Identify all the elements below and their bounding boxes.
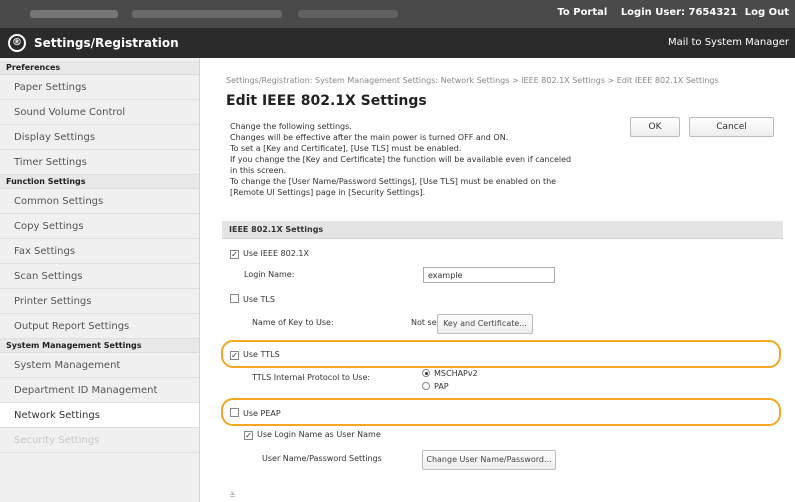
ttls-protocol-label: TTLS Internal Protocol to Use: [252,373,371,382]
use-ieee-label: Use IEEE 802.1X [243,249,309,258]
login-user-label: Login User: 7654321 [620,7,738,18]
top-bar: To Portal Login User: 7654321 Log Out [0,0,795,28]
key-and-certificate-button[interactable]: Key and Certificate... [437,314,533,334]
sidebar-item-common-settings[interactable]: Common Settings [0,189,199,214]
blurred-text [30,10,118,18]
description: Change the following settings. Changes w… [230,121,620,198]
cancel-button[interactable]: Cancel [689,117,774,137]
use-tls-checkbox[interactable] [230,294,239,303]
settings-logo-icon: ® [8,34,26,52]
use-ttls-row: ✓ Use TTLS [230,350,280,360]
description-line: Changes will be effective after the main… [230,133,509,142]
key-name-value: Not set [411,318,440,327]
sidebar-item-printer-settings[interactable]: Printer Settings [0,289,199,314]
sidebar-item-network-settings[interactable]: Network Settings [0,403,199,428]
ok-button[interactable]: OK [630,117,680,137]
sidebar-item-sound-volume[interactable]: Sound Volume Control [0,100,199,125]
change-user-password-button[interactable]: Change User Name/Password... [422,450,556,470]
sidebar-item-security-settings[interactable]: Security Settings [0,428,199,453]
use-peap-row: Use PEAP [230,408,281,418]
sidebar-category-system: System Management Settings [0,339,199,353]
breadcrumb: Settings/Registration: System Management… [226,76,719,85]
key-name-label: Name of Key to Use: [252,318,334,327]
section-header: IEEE 802.1X Settings [222,221,783,239]
top-links: To Portal Login User: 7654321 Log Out [547,7,789,18]
use-ttls-checkbox[interactable]: ✓ [230,351,239,360]
sidebar-item-scan-settings[interactable]: Scan Settings [0,264,199,289]
scroll-top-icon[interactable]: ≚ [229,491,236,500]
page-title: Edit IEEE 802.1X Settings [226,93,427,109]
pap-radio[interactable] [422,382,430,390]
use-tls-label: Use TLS [243,295,275,304]
use-login-name-row: ✓ Use Login Name as User Name [244,430,381,440]
description-line: To change the [User Name/Password Settin… [230,177,557,186]
sidebar: Preferences Paper Settings Sound Volume … [0,58,200,502]
mail-system-manager-link[interactable]: Mail to System Manager [668,37,789,48]
description-line: [Remote UI Settings] page in [Security S… [230,188,426,197]
use-peap-checkbox[interactable] [230,408,239,417]
highlight-use-ttls [221,340,781,368]
blurred-text [298,10,398,18]
login-name-label: Login Name: [244,270,295,279]
pap-label: PAP [434,382,449,391]
login-name-input[interactable] [423,267,555,283]
mschapv2-label: MSCHAPv2 [434,369,478,378]
use-login-name-checkbox[interactable]: ✓ [244,431,253,440]
use-ieee-checkbox[interactable]: ✓ [230,250,239,259]
to-portal-link[interactable]: To Portal [557,7,607,18]
ttls-option-pap: PAP [422,382,449,391]
sidebar-item-timer-settings[interactable]: Timer Settings [0,150,199,175]
use-ttls-label: Use TTLS [243,350,280,359]
user-password-label: User Name/Password Settings [262,454,382,463]
use-peap-label: Use PEAP [243,409,281,418]
sidebar-item-display-settings[interactable]: Display Settings [0,125,199,150]
ttls-option-mschapv2: MSCHAPv2 [422,369,478,378]
logout-link[interactable]: Log Out [745,7,789,18]
app-title: Settings/Registration [34,36,179,50]
sidebar-item-system-management[interactable]: System Management [0,353,199,378]
use-ieee-row: ✓ Use IEEE 802.1X [230,249,309,259]
description-line: Change the following settings. [230,122,352,131]
blurred-text [132,10,282,18]
sidebar-item-department-id[interactable]: Department ID Management [0,378,199,403]
main-content: Settings/Registration: System Management… [200,58,795,502]
sidebar-category-preferences: Preferences [0,61,199,75]
use-login-name-label: Use Login Name as User Name [257,430,381,439]
sidebar-category-function: Function Settings [0,175,199,189]
sidebar-item-paper-settings[interactable]: Paper Settings [0,75,199,100]
description-line: If you change the [Key and Certificate] … [230,155,572,164]
app-header: ® Settings/Registration Mail to System M… [0,28,795,58]
description-line: To set a [Key and Certificate], [Use TLS… [230,144,462,153]
highlight-use-peap [221,398,781,426]
sidebar-item-fax-settings[interactable]: Fax Settings [0,239,199,264]
description-line: in this screen. [230,166,287,175]
sidebar-item-output-report[interactable]: Output Report Settings [0,314,199,339]
sidebar-item-copy-settings[interactable]: Copy Settings [0,214,199,239]
use-tls-row: Use TLS [230,294,275,304]
mschapv2-radio[interactable] [422,369,430,377]
